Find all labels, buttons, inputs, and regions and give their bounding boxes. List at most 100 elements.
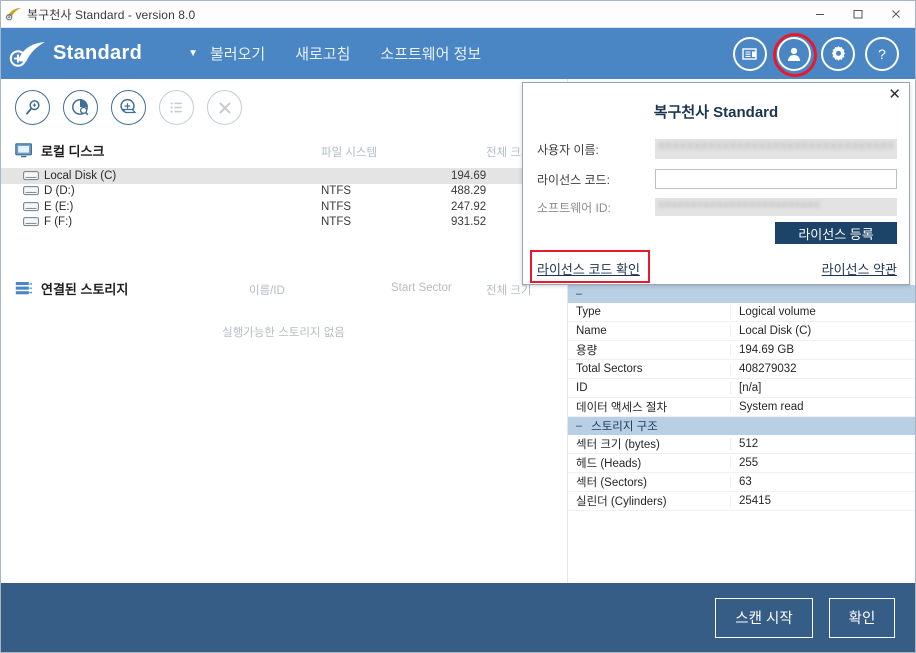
column-header-start-sector: Start Sector bbox=[391, 282, 452, 294]
property-key: 데이터 액세스 절차 bbox=[576, 402, 668, 414]
license-code-label: 라이선스 코드: bbox=[537, 172, 610, 187]
property-row: 용량 194.69 GB bbox=[568, 341, 915, 360]
search-icon[interactable] bbox=[15, 90, 50, 125]
properties-section-header-storage-structure[interactable]: – 스토리지 구조 bbox=[568, 417, 915, 435]
menu-item-open[interactable]: 불러오기 bbox=[210, 43, 265, 64]
property-row: Type Logical volume bbox=[568, 303, 915, 322]
user-account-icon[interactable] bbox=[773, 32, 817, 77]
application-window: 복구천사 Standard - version 8.0 Standard ▼ 불… bbox=[0, 0, 916, 653]
property-value: 255 bbox=[730, 457, 915, 469]
scan-storage-icon[interactable] bbox=[111, 90, 146, 125]
software-id-field: XXXXXXXXXXXXXXXXXXXXXXXXX bbox=[655, 198, 897, 216]
property-row: ID [n/a] bbox=[568, 379, 915, 398]
table-row[interactable]: E (E:) NTFS 247.92 bbox=[1, 199, 566, 215]
table-row[interactable]: Local Disk (C) 194.69 bbox=[1, 168, 566, 184]
drive-label: Local Disk (C) bbox=[44, 169, 117, 182]
drive-label: F (F:) bbox=[44, 216, 73, 229]
property-row: 데이터 액세스 절차 System read bbox=[568, 398, 915, 417]
column-header-name-id: 이름/ID bbox=[249, 285, 285, 297]
drive-label: E (E:) bbox=[44, 200, 74, 213]
settings-gear-icon[interactable] bbox=[821, 36, 855, 71]
chevron-down-icon[interactable]: ▼ bbox=[188, 48, 198, 59]
brand-name: Standard bbox=[53, 42, 143, 64]
drive-filesystem: NTFS bbox=[321, 200, 352, 213]
table-row[interactable]: D (D:) NTFS 488.29 bbox=[1, 184, 566, 200]
license-code-input[interactable] bbox=[655, 169, 897, 189]
group-header-connected-storage[interactable]: 연결된 스토리지 이름/ID Start Sector 전체 크기 bbox=[1, 274, 566, 302]
minimize-button[interactable] bbox=[801, 1, 839, 28]
help-question-icon[interactable]: ? bbox=[865, 36, 899, 71]
dialog-close-icon[interactable]: ✕ bbox=[888, 87, 901, 102]
close-button[interactable] bbox=[877, 1, 915, 28]
svg-text:?: ? bbox=[878, 46, 886, 62]
property-row: 헤드 (Heads) 255 bbox=[568, 454, 915, 473]
menu-item-software-info[interactable]: 소프트웨어 정보 bbox=[380, 43, 481, 64]
verify-license-code-link[interactable]: 라이선스 코드 확인 bbox=[537, 259, 640, 278]
window-list-icon[interactable] bbox=[733, 36, 767, 71]
property-key: 헤드 (Heads) bbox=[576, 458, 642, 470]
list-view-icon[interactable] bbox=[159, 90, 194, 125]
property-key: Type bbox=[576, 306, 601, 318]
menu-item-refresh[interactable]: 새로고침 bbox=[295, 43, 350, 64]
drive-filesystem: NTFS bbox=[321, 216, 352, 229]
collapse-icon: – bbox=[576, 420, 583, 432]
username-value-redacted: XXXXXXXXXXXXXXXXXXXXXXXXXXXXXXXXXXXXXXX bbox=[658, 141, 894, 152]
property-row: 섹터 (Sectors) 63 bbox=[568, 473, 915, 492]
collapse-icon: – bbox=[576, 288, 583, 300]
drive-icon bbox=[23, 186, 41, 196]
monitor-icon bbox=[15, 142, 37, 158]
confirm-button[interactable]: 확인 bbox=[829, 597, 895, 638]
property-key: Name bbox=[576, 325, 607, 337]
section-label: 스토리지 구조 bbox=[591, 421, 658, 433]
property-key: 섹터 (Sectors) bbox=[576, 477, 648, 489]
drive-label: D (D:) bbox=[44, 185, 75, 198]
bottom-action-bar: 스캔 시작 확인 bbox=[1, 583, 915, 652]
dialog-footer: 라이선스 코드 확인 라이선스 약관 bbox=[523, 250, 909, 283]
storage-explorer: 로컬 디스크 파일 시스템 전체 크기 Local Disk (C) 194.6… bbox=[1, 136, 566, 584]
window-controls bbox=[801, 1, 915, 28]
property-row: 섹터 크기 (bytes) 512 bbox=[568, 435, 915, 454]
drive-icon bbox=[23, 170, 41, 181]
main-menu: 불러오기 새로고침 소프트웨어 정보 bbox=[210, 43, 511, 64]
property-row: 실린더 (Cylinders) 25415 bbox=[568, 492, 915, 511]
dialog-title: 복구천사 Standard bbox=[653, 104, 779, 121]
group-header-local-disks[interactable]: 로컬 디스크 파일 시스템 전체 크기 bbox=[1, 136, 566, 164]
software-id-value-redacted: XXXXXXXXXXXXXXXXXXXXXXXXX bbox=[658, 200, 821, 210]
license-terms-link[interactable]: 라이선스 약관 bbox=[822, 259, 897, 278]
property-key: 용량 bbox=[576, 345, 598, 357]
title-bar: 복구천사 Standard - version 8.0 bbox=[1, 1, 915, 28]
disk-analyze-icon[interactable] bbox=[63, 90, 98, 125]
group-title: 로컬 디스크 bbox=[41, 143, 105, 159]
drive-icon bbox=[23, 217, 41, 227]
property-value: 512 bbox=[730, 438, 915, 450]
maximize-button[interactable] bbox=[839, 1, 877, 28]
property-value: Logical volume bbox=[730, 306, 915, 318]
drive-size: 247.92 bbox=[451, 200, 487, 213]
property-value: 194.69 GB bbox=[730, 344, 915, 356]
property-value: [n/a] bbox=[730, 382, 915, 394]
register-license-button[interactable]: 라이선스 등록 bbox=[775, 222, 897, 244]
empty-storage-message: 실행가능한 스토리지 없음 bbox=[222, 327, 345, 339]
software-id-label: 소프트웨어 ID: bbox=[537, 200, 611, 215]
property-key: Total Sectors bbox=[576, 363, 643, 375]
app-header: Standard ▼ 불러오기 새로고침 소프트웨어 정보 ? bbox=[1, 28, 915, 79]
property-value: 408279032 bbox=[730, 363, 915, 375]
drive-size: 488.29 bbox=[451, 185, 487, 198]
form-row-software-id: 소프트웨어 ID: XXXXXXXXXXXXXXXXXXXXXXXXX bbox=[537, 196, 897, 218]
username-field: XXXXXXXXXXXXXXXXXXXXXXXXXXXXXXXXXXXXXXX bbox=[655, 139, 897, 159]
property-key: ID bbox=[576, 382, 588, 394]
drive-size: 931.52 bbox=[451, 216, 487, 229]
property-value: 63 bbox=[730, 476, 915, 488]
close-x-icon[interactable] bbox=[207, 90, 242, 125]
table-row[interactable]: F (F:) NTFS 931.52 bbox=[1, 215, 566, 231]
username-label: 사용자 이름: bbox=[537, 142, 599, 157]
start-scan-button[interactable]: 스캔 시작 bbox=[715, 597, 813, 638]
dialog-form: 사용자 이름: XXXXXXXXXXXXXXXXXXXXXXXXXXXXXXXX… bbox=[523, 136, 909, 218]
property-value: Local Disk (C) bbox=[730, 325, 915, 337]
drive-filesystem: NTFS bbox=[321, 185, 352, 198]
window-title: 복구천사 Standard - version 8.0 bbox=[27, 7, 196, 22]
drive-icon bbox=[23, 201, 41, 212]
app-logo-icon bbox=[1, 28, 55, 79]
properties-section-header[interactable]: – bbox=[568, 285, 915, 303]
drive-size: 194.69 bbox=[451, 169, 487, 182]
